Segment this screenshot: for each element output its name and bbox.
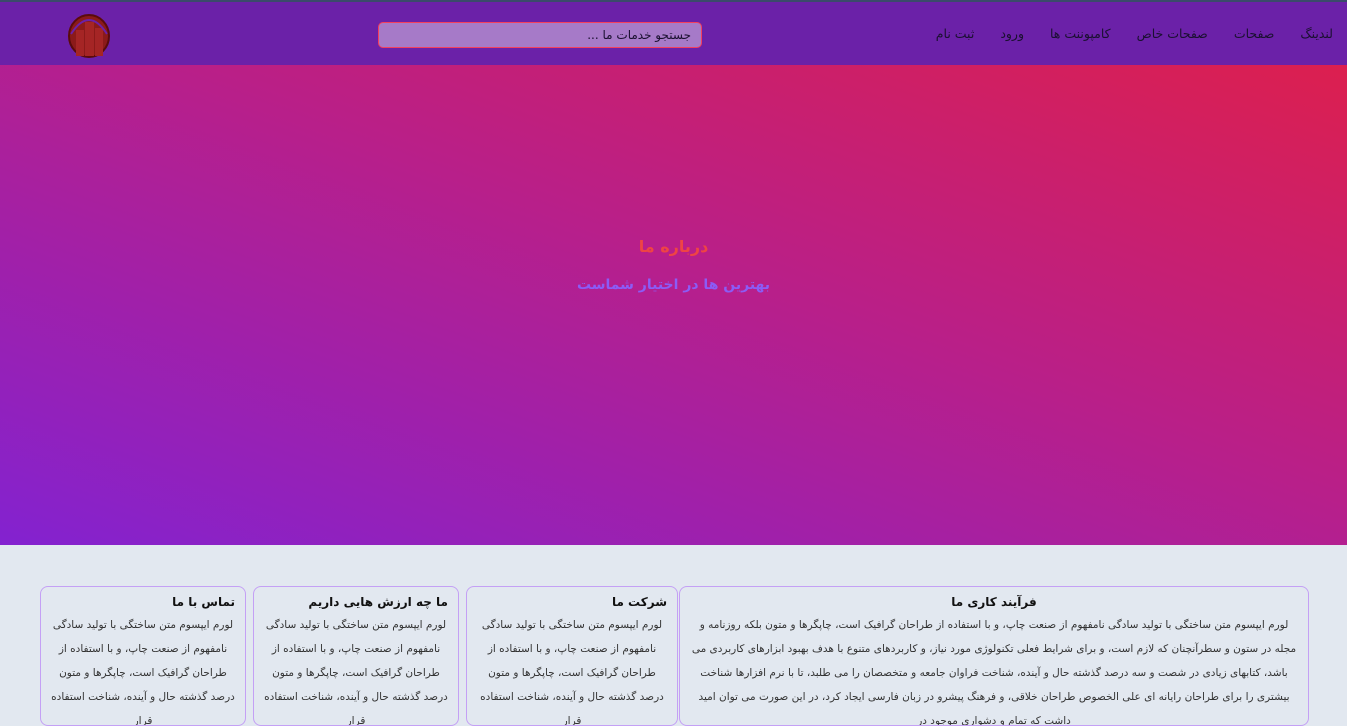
hero-section: درباره ما بهترین ها در اختیار شماست bbox=[0, 65, 1347, 545]
logo-icon[interactable] bbox=[67, 12, 111, 58]
card-text: لورم ایپسوم متن ساختگی با تولید سادگی نا… bbox=[264, 619, 448, 726]
nav-special-pages[interactable]: صفحات خاص bbox=[1137, 26, 1208, 41]
nav-pages[interactable]: صفحات bbox=[1234, 26, 1275, 41]
card-our-company: شرکت ما لورم ایپسوم متن ساختگی با تولید … bbox=[466, 586, 678, 726]
card-text: لورم ایپسوم متن ساختگی با تولید سادگی نا… bbox=[691, 619, 1297, 726]
card-our-values: ما چه ارزش هایی داریم لورم ایپسوم متن سا… bbox=[253, 586, 459, 726]
card-contact-us: تماس با ما لورم ایپسوم متن ساختگی با تول… bbox=[40, 586, 246, 726]
card-text: لورم ایپسوم متن ساختگی با تولید سادگی نا… bbox=[480, 619, 664, 726]
navbar: لندینگ صفحات صفحات خاص کامپوننت ها ورود … bbox=[0, 0, 1347, 65]
card-work-process: فرآیند کاری ما لورم ایپسوم متن ساختگی با… bbox=[679, 586, 1309, 726]
nav-landing[interactable]: لندینگ bbox=[1300, 26, 1333, 41]
nav-components[interactable]: کامپوننت ها bbox=[1050, 26, 1111, 41]
nav-menu: لندینگ صفحات صفحات خاص کامپوننت ها ورود … bbox=[936, 26, 1333, 41]
nav-register[interactable]: ثبت نام bbox=[936, 26, 975, 41]
card-title: فرآیند کاری ما bbox=[951, 595, 1037, 609]
card-title: تماس با ما bbox=[172, 595, 235, 609]
hero-subtitle: بهترین ها در اختیار شماست bbox=[576, 277, 771, 293]
card-title: شرکت ما bbox=[611, 595, 667, 609]
card-text: لورم ایپسوم متن ساختگی با تولید سادگی نا… bbox=[51, 619, 235, 726]
nav-login[interactable]: ورود bbox=[1000, 26, 1024, 41]
search-input[interactable] bbox=[378, 22, 702, 48]
hero-title: درباره ما bbox=[638, 237, 709, 256]
card-title: ما چه ارزش هایی داریم bbox=[308, 595, 448, 609]
